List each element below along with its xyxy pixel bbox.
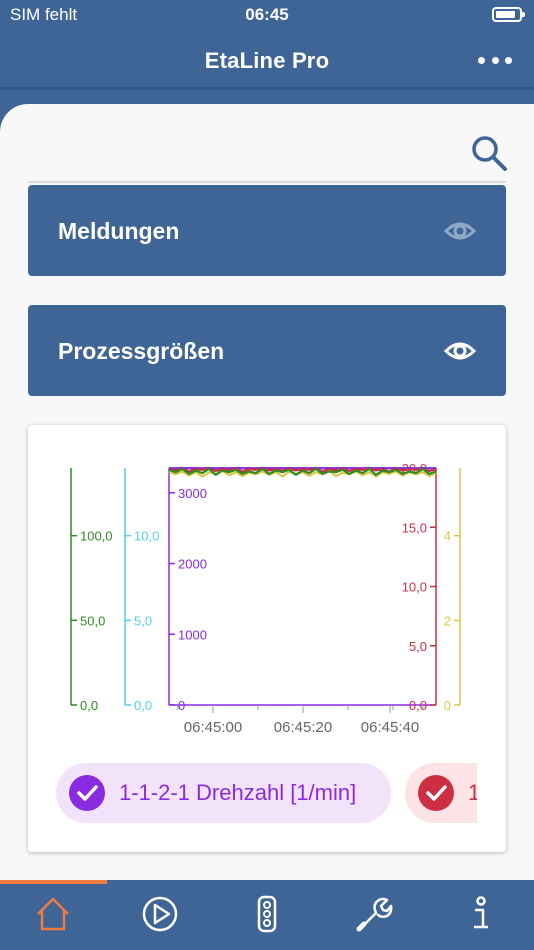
y-tick-label-red: 15,0 <box>402 520 427 535</box>
series-chip-drehzahl[interactable]: 1-1-2-1 Drehzahl [1/min] <box>56 763 391 823</box>
y-tick-label-cyan: 5,0 <box>134 613 152 628</box>
section-label: Meldungen <box>58 218 180 244</box>
clock: 06:45 <box>245 5 289 24</box>
y-tick-label-yellow: 2 <box>444 613 451 628</box>
more-menu-icon[interactable] <box>478 55 512 65</box>
series-chip-2[interactable]: 1 <box>405 763 477 823</box>
y-tick-label-red: 0,0 <box>409 698 427 713</box>
y-tick-label-green: 50,0 <box>80 613 105 628</box>
y-tick-label-yellow: 0 <box>444 698 451 713</box>
eye-icon[interactable] <box>444 215 476 247</box>
series-line-yellow <box>168 469 437 478</box>
section-meldungen[interactable]: Meldungen <box>28 185 506 276</box>
y-tick-label-red: 5,0 <box>409 639 427 654</box>
y-tick-label-cyan: 0,0 <box>134 698 152 713</box>
search-icon[interactable] <box>470 134 508 172</box>
check-icon <box>418 775 454 811</box>
y-tick-label-yellow: 4 <box>444 529 451 544</box>
y-tick-label-green: 100,0 <box>80 529 113 544</box>
chart-card: 0,0 50,0 100,0 0,0 5,0 10,0 0 1000 2000 3000 0,0 5,… <box>28 425 506 852</box>
section-prozessgroessen[interactable]: Prozessgrößen <box>28 305 506 396</box>
y-tick-label-purple: 2000 <box>178 557 207 572</box>
y-tick-label-purple: 3000 <box>178 486 207 501</box>
battery-icon <box>492 7 525 22</box>
wrench-icon[interactable] <box>354 894 394 934</box>
y-tick-label-red: 10,0 <box>402 580 427 595</box>
divider <box>28 181 506 183</box>
check-icon <box>69 775 105 811</box>
eye-icon[interactable] <box>444 335 476 367</box>
process-chart[interactable]: 0,0 50,0 100,0 0,0 5,0 10,0 0 1000 2000 3000 0,0 5,… <box>28 425 506 755</box>
tab-active-indicator <box>0 880 107 884</box>
page-title: EtaLine Pro <box>204 48 330 73</box>
section-label: Prozessgrößen <box>58 338 225 364</box>
nav-bar: EtaLine Pro <box>0 30 534 90</box>
dot <box>505 56 512 64</box>
x-tick-label: 06:45:00 <box>184 719 242 736</box>
x-tick-label: 06:45:20 <box>274 719 332 736</box>
dot <box>478 56 485 64</box>
info-icon[interactable] <box>461 894 501 934</box>
play-icon[interactable] <box>140 894 180 934</box>
home-icon[interactable] <box>33 894 73 934</box>
traffic-light-icon[interactable] <box>247 894 287 934</box>
y-tick-label-purple: 1000 <box>178 627 207 642</box>
series-chip-row[interactable]: 1-1-2-1 Drehzahl [1/min] 1 <box>56 763 477 825</box>
x-tick-label: 06:45:40 <box>361 719 419 736</box>
y-tick-label-green: 0,0 <box>80 698 98 713</box>
chip-label: 1 <box>468 780 477 805</box>
chip-label: 1-1-2-1 Drehzahl [1/min] <box>119 780 357 805</box>
status-bar: SIM fehlt 06:45 <box>0 0 534 30</box>
y-tick-label-cyan: 10,0 <box>134 529 159 544</box>
tab-bar <box>0 880 534 950</box>
y-tick-label-purple: 0 <box>178 698 185 713</box>
dot <box>491 56 499 64</box>
